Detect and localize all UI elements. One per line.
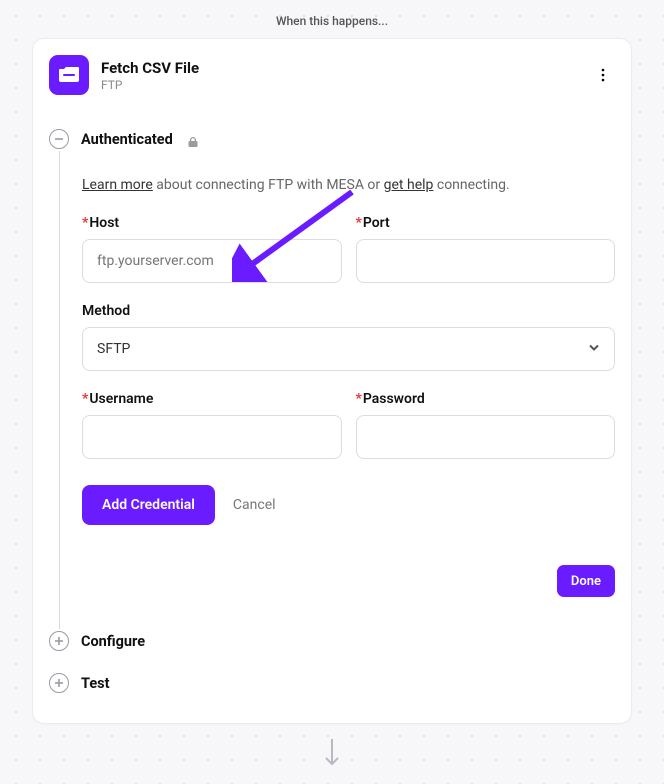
host-input[interactable]	[82, 239, 342, 283]
help-text: Learn more about connecting FTP with MES…	[82, 177, 615, 193]
port-input[interactable]	[356, 239, 616, 283]
section-header-test[interactable]: Test	[49, 667, 615, 699]
cancel-button[interactable]: Cancel	[233, 497, 276, 513]
section-header-configure[interactable]: Configure	[49, 625, 615, 657]
username-input[interactable]	[82, 415, 342, 459]
method-select[interactable]: SFTP	[82, 327, 615, 371]
section-label-configure: Configure	[81, 633, 145, 650]
password-label: *Password	[356, 391, 616, 407]
section-label-authenticated: Authenticated	[81, 131, 173, 148]
username-label: *Username	[82, 391, 342, 407]
card-header: Fetch CSV File FTP	[49, 55, 615, 95]
add-credential-button[interactable]: Add Credential	[82, 485, 215, 525]
password-input[interactable]	[356, 415, 616, 459]
more-menu-button[interactable]	[591, 63, 615, 87]
learn-more-link[interactable]: Learn more	[82, 177, 153, 193]
section-label-test: Test	[81, 675, 110, 692]
step-card: Fetch CSV File FTP Authenticated Learn m…	[32, 38, 632, 724]
collapse-icon	[49, 129, 69, 149]
get-help-link[interactable]: get help	[384, 177, 434, 193]
port-label: *Port	[356, 215, 616, 231]
host-label: *Host	[82, 215, 342, 231]
expand-icon	[49, 631, 69, 651]
expand-icon	[49, 673, 69, 693]
step-title: Fetch CSV File	[101, 59, 579, 77]
trigger-label: When this happens...	[0, 0, 664, 38]
method-label: Method	[82, 303, 615, 319]
ftp-app-icon	[49, 55, 89, 95]
flow-arrow-icon	[0, 738, 664, 768]
done-button[interactable]: Done	[557, 565, 615, 597]
section-body-authenticated: Learn more about connecting FTP with MES…	[59, 151, 615, 629]
lock-icon	[187, 133, 199, 145]
step-subtitle: FTP	[101, 78, 579, 92]
